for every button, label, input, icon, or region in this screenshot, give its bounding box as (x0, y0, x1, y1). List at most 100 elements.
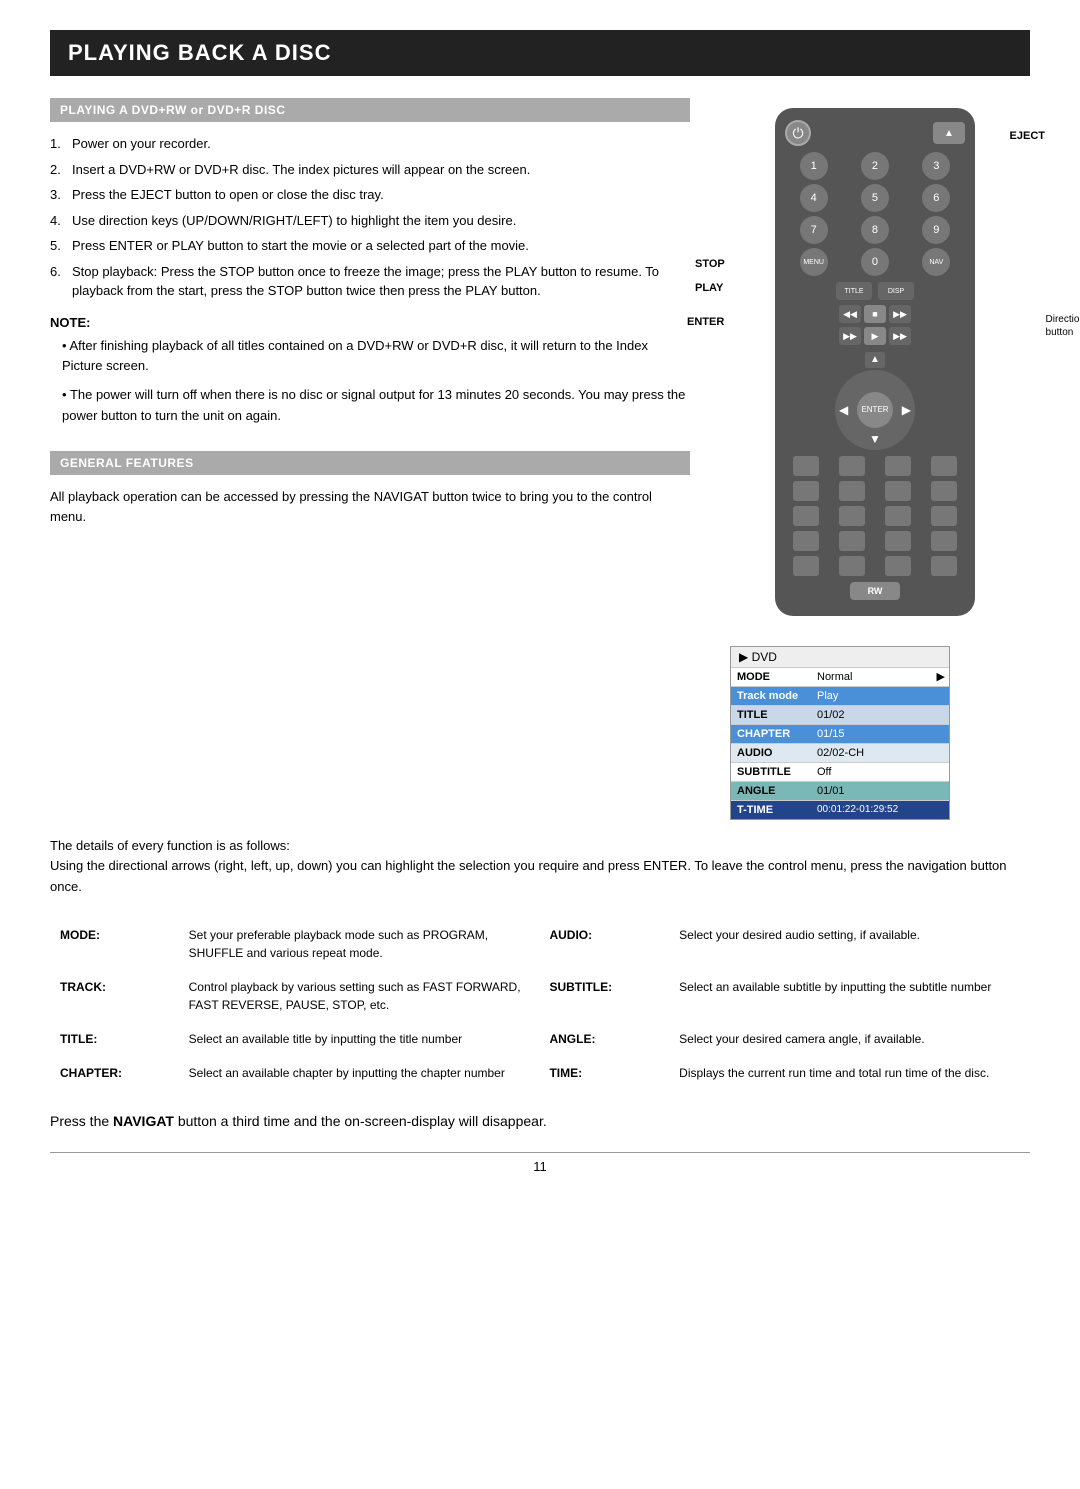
rewind-btn[interactable]: ◀◀ (839, 305, 861, 323)
osd-row-chapter[interactable]: CHAPTER 01/15 (731, 725, 949, 744)
steps-list: 1. Power on your recorder. 2. Insert a D… (50, 134, 690, 301)
page-title: PLAYING BACK A DISC (50, 30, 1030, 76)
fkey-14[interactable] (839, 531, 865, 551)
step-2: 2. Insert a DVD+RW or DVD+R disc. The in… (50, 160, 690, 180)
osd-header-text: ▶ DVD (739, 650, 777, 664)
osd-value-ttime: 00:01:22-01:29:52 (811, 801, 949, 818)
fastfwd-btn[interactable]: ▶▶ (889, 305, 911, 323)
osd-row-subtitle[interactable]: SUBTITLE Off (731, 763, 949, 782)
details-text: The details of every function is as foll… (50, 836, 1030, 898)
note-section: NOTE: • After finishing playback of all … (50, 315, 690, 427)
func-btn-1[interactable]: TITLE (836, 282, 872, 300)
enter-ring[interactable]: ◀ ▶ ▼ ENTER (835, 370, 915, 450)
feature-desc-angle: Select your desired camera angle, if ava… (669, 1022, 1030, 1056)
section1-header: PLAYING A DVD+RW or DVD+R DISC (50, 98, 690, 122)
fkey-12[interactable] (931, 506, 957, 526)
step-1: 1. Power on your recorder. (50, 134, 690, 154)
skipback-btn[interactable]: ▶▶ (839, 327, 861, 345)
key-8[interactable]: 8 (861, 216, 889, 244)
feature-desc-track: Control playback by various setting such… (179, 970, 540, 1022)
key-6[interactable]: 6 (922, 184, 950, 212)
step-num: 4. (50, 211, 66, 231)
osd-value-subtitle: Off (811, 763, 949, 781)
osd-row-angle[interactable]: ANGLE 01/01 (731, 782, 949, 801)
direction-label: Directionbutton (1046, 313, 1080, 339)
enter-label: ENTER (687, 316, 724, 328)
feature-desc-audio: Select your desired audio setting, if av… (669, 918, 1030, 970)
osd-value-mode: Normal (811, 668, 933, 686)
stop-row: ◀◀ ■ ▶▶ (785, 305, 965, 323)
osd-label-subtitle: SUBTITLE (731, 763, 811, 781)
key-5[interactable]: 5 (861, 184, 889, 212)
osd-row-title[interactable]: TITLE 01/02 (731, 706, 949, 725)
fkey-7[interactable] (885, 481, 911, 501)
key-3[interactable]: 3 (922, 152, 950, 180)
step-5: 5. Press ENTER or PLAY button to start t… (50, 236, 690, 256)
general-text: All playback operation can be accessed b… (50, 487, 690, 529)
remote-logo: RW (850, 582, 900, 600)
fkey-13[interactable] (793, 531, 819, 551)
osd-row-ttime[interactable]: T-TIME 00:01:22-01:29:52 (731, 801, 949, 819)
feature-label-title: TITLE: (50, 1022, 179, 1056)
key-nav[interactable]: NAV (922, 248, 950, 276)
func-grid-4 (785, 531, 965, 551)
fkey-16[interactable] (931, 531, 957, 551)
key-menu[interactable]: MENU (800, 248, 828, 276)
fkey-8[interactable] (931, 481, 957, 501)
fkey-3[interactable] (885, 456, 911, 476)
step-text: Insert a DVD+RW or DVD+R disc. The index… (72, 160, 530, 180)
step-num: 6. (50, 262, 66, 301)
fkey-19[interactable] (885, 556, 911, 576)
fkey-9[interactable] (793, 506, 819, 526)
details-line2: Using the directional arrows (right, lef… (50, 858, 1007, 894)
feature-label-time: TIME: (539, 1056, 669, 1090)
osd-row-trackmode[interactable]: Track mode Play (731, 687, 949, 706)
fkey-4[interactable] (931, 456, 957, 476)
step-text: Power on your recorder. (72, 134, 211, 154)
fkey-17[interactable] (793, 556, 819, 576)
osd-label-audio: AUDIO (731, 744, 811, 762)
key-9[interactable]: 9 (922, 216, 950, 244)
stop-btn[interactable]: ■ (864, 305, 886, 323)
osd-label-chapter: CHAPTER (731, 725, 811, 743)
enter-center-btn[interactable]: ENTER (857, 392, 893, 428)
fkey-1[interactable] (793, 456, 819, 476)
play-row: ▶▶ ▶ ▶▶ (785, 327, 965, 345)
feature-label-chapter: CHAPTER: (50, 1056, 179, 1090)
fkey-5[interactable] (793, 481, 819, 501)
feature-row-2: TRACK: Control playback by various setti… (50, 970, 1030, 1022)
osd-value-trackmode: Play (811, 687, 949, 705)
fkey-2[interactable] (839, 456, 865, 476)
function-row: TITLE DISP (785, 282, 965, 300)
fkey-20[interactable] (931, 556, 957, 576)
fkey-10[interactable] (839, 506, 865, 526)
func-grid-5 (785, 556, 965, 576)
osd-row-audio[interactable]: AUDIO 02/02-CH (731, 744, 949, 763)
note-label: NOTE: (50, 315, 690, 330)
osd-row-mode[interactable]: MODE Normal ▶ (731, 668, 949, 687)
standby-button[interactable]: ⏻ (785, 120, 811, 146)
skipfwd-btn[interactable]: ▶▶ (889, 327, 911, 345)
func-btn-2[interactable]: DISP (878, 282, 914, 300)
details-line1: The details of every function is as foll… (50, 838, 290, 853)
up-arrow-btn[interactable]: ▲ (785, 349, 965, 368)
fkey-11[interactable] (885, 506, 911, 526)
feature-row-3: TITLE: Select an available title by inpu… (50, 1022, 1030, 1056)
key-2[interactable]: 2 (861, 152, 889, 180)
key-1[interactable]: 1 (800, 152, 828, 180)
play-btn[interactable]: ▶ (864, 327, 886, 345)
eject-label: EJECT (1010, 130, 1045, 142)
func-grid-3 (785, 506, 965, 526)
key-4[interactable]: 4 (800, 184, 828, 212)
eject-button[interactable]: ▲ (933, 122, 965, 144)
fkey-18[interactable] (839, 556, 865, 576)
key-0[interactable]: 0 (861, 248, 889, 276)
key-7[interactable]: 7 (800, 216, 828, 244)
play-label: PLAY (695, 282, 723, 294)
fkey-6[interactable] (839, 481, 865, 501)
osd-value-chapter: 01/15 (811, 725, 949, 743)
fkey-15[interactable] (885, 531, 911, 551)
feature-label-mode: MODE: (50, 918, 179, 970)
final-note: Press the NAVIGAT button a third time an… (50, 1110, 1030, 1132)
osd-menu: ▶ DVD MODE Normal ▶ Track mode Play TITL… (730, 646, 950, 820)
